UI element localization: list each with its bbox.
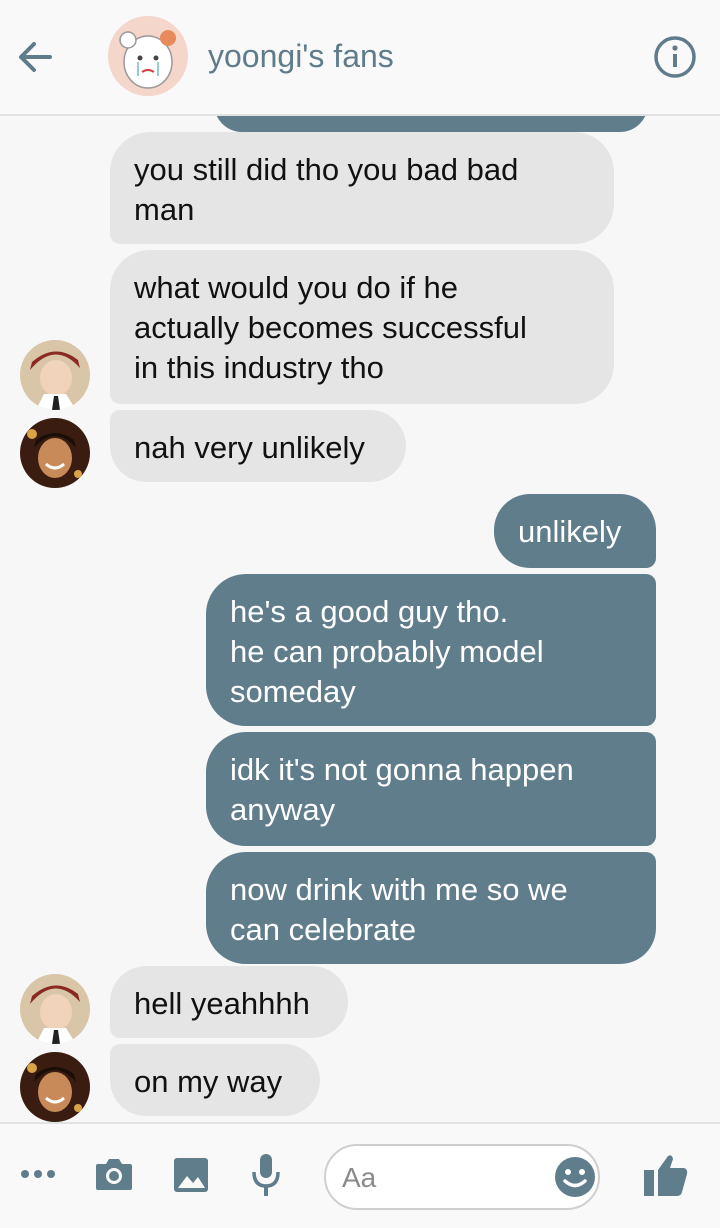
message-bubble-partial xyxy=(214,116,648,132)
message-input[interactable] xyxy=(340,1158,544,1198)
message-thread[interactable]: you still did tho you bad bad man what w… xyxy=(0,116,720,1122)
message-input-box[interactable] xyxy=(324,1144,600,1210)
message-bubble[interactable]: nah very unlikely xyxy=(110,410,406,482)
microphone-icon[interactable] xyxy=(250,1152,282,1198)
group-avatar[interactable] xyxy=(108,16,188,96)
message-bubble[interactable]: he's a good guy tho. he can probably mod… xyxy=(206,574,656,726)
info-circle-icon[interactable] xyxy=(652,34,698,80)
camera-icon[interactable] xyxy=(94,1156,134,1192)
message-bubble[interactable]: unlikely xyxy=(494,494,656,568)
conversation-title[interactable]: yoongi's fans xyxy=(208,38,394,75)
emoji-icon[interactable] xyxy=(554,1156,596,1198)
message-bubble[interactable]: idk it's not gonna happen anyway xyxy=(206,732,656,846)
message-bubble[interactable]: what would you do if he actually becomes… xyxy=(110,250,614,404)
sender-avatar[interactable] xyxy=(20,1052,90,1122)
image-icon[interactable] xyxy=(172,1156,210,1194)
message-bubble[interactable]: you still did tho you bad bad man xyxy=(110,132,614,244)
message-composer xyxy=(0,1122,720,1228)
message-bubble[interactable]: on my way xyxy=(110,1044,320,1116)
more-icon[interactable] xyxy=(20,1168,56,1180)
sender-avatar[interactable] xyxy=(20,418,90,488)
message-bubble[interactable]: now drink with me so we can celebrate xyxy=(206,852,656,964)
sender-avatar[interactable] xyxy=(20,974,90,1044)
message-bubble[interactable]: hell yeahhhh xyxy=(110,966,348,1038)
chat-header: yoongi's fans xyxy=(0,0,720,116)
thumbs-up-icon[interactable] xyxy=(642,1152,690,1198)
sender-avatar[interactable] xyxy=(20,340,90,410)
arrow-left-icon[interactable] xyxy=(14,36,56,78)
